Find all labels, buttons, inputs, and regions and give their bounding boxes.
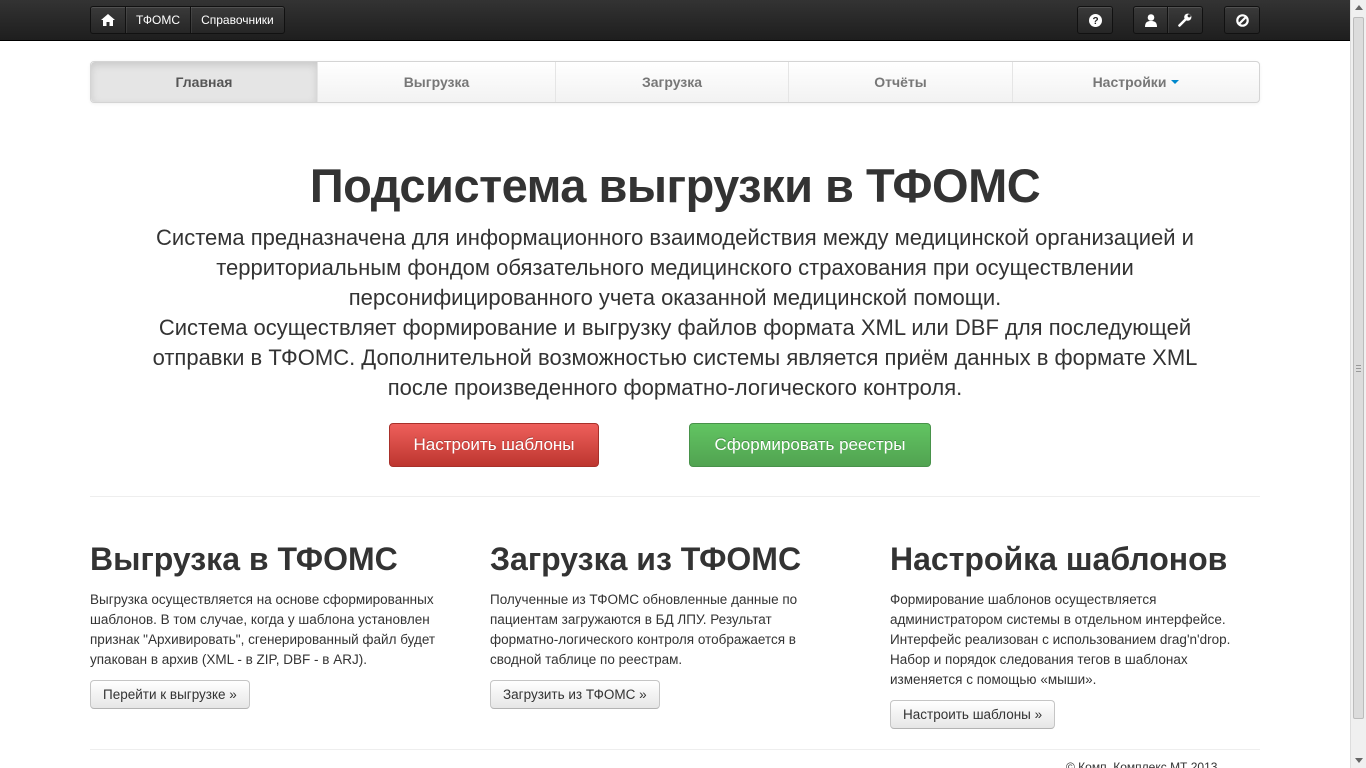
hero-description: Система предназначена для информационног… (90, 223, 1260, 403)
generate-registers-button[interactable]: Сформировать реестры (689, 423, 931, 467)
tfoms-menu-button[interactable]: ТФОМС (126, 7, 192, 33)
user-icon (1144, 13, 1157, 27)
text-line: пациентам загружаются в БД ЛПУ. Результа… (490, 612, 772, 627)
svg-text:?: ? (1092, 16, 1098, 27)
go-to-export-button[interactable]: Перейти к выгрузке » (90, 680, 250, 709)
text-line: изменяется с помощью «мыши». (890, 672, 1097, 687)
text-line: Выгрузка осуществляется на основе сформи… (90, 592, 434, 607)
configure-templates-button[interactable]: Настроить шаблоны (389, 423, 599, 467)
page-title: Подсистема выгрузки в ТФОМС (309, 159, 1041, 212)
export-section-title: Выгрузка в ТФОМС (90, 541, 398, 577)
home-button[interactable] (91, 7, 126, 33)
templates-section-text: Формирование шаблонов осуществляется адм… (890, 590, 1260, 690)
scroll-down-arrow-icon[interactable] (1355, 758, 1363, 763)
text-line: признак "Архивировать", сгенерированный … (90, 632, 436, 647)
footer-copyright: © Комп. Комплекс МТ 2013 (1066, 760, 1218, 768)
export-section-text: Выгрузка осуществляется на основе сформи… (90, 590, 460, 670)
text-line: сводной таблице по реестрам. (490, 652, 683, 667)
tab-home[interactable]: Главная (91, 62, 318, 102)
main-tabs: Главная Выгрузка Загрузка Отчёты Настрой… (90, 61, 1260, 103)
help-group: ? (1077, 6, 1113, 34)
text-line: Формирование шаблонов осуществляется (890, 592, 1157, 607)
text-line: Набор и порядок следования тегов в шабло… (890, 652, 1188, 667)
export-section: Выгрузка в ТФОМС Выгрузка осуществляется… (90, 540, 460, 709)
text-line: шаблонов. В том случае, когда у шаблона … (90, 612, 430, 627)
divider (90, 496, 1260, 497)
divider (90, 749, 1260, 750)
top-navbar: ТФОМС Справочники ? (0, 0, 1350, 41)
templates-section-title: Настройка шаблонов (890, 541, 1228, 577)
import-section: Загрузка из ТФОМС Полученные из ТФОМС об… (490, 540, 860, 709)
scrollbar-thumb[interactable] (1353, 17, 1364, 719)
user-group (1133, 6, 1203, 34)
text-line: упакован в архив (XML - в ZIP, DBF - в A… (90, 652, 367, 667)
import-section-title: Загрузка из ТФОМС (490, 541, 802, 577)
tab-import[interactable]: Загрузка (556, 62, 789, 102)
text-line: Интерфейс реализован с использованием dr… (890, 632, 1231, 647)
hero-line: Система осуществляет формирование и выгр… (158, 315, 1192, 340)
hero-line: после произведенного форматно-логическог… (387, 375, 963, 400)
hero-line: персонифицированного учета оказанной мед… (348, 285, 1002, 310)
tab-settings[interactable]: Настройки (1013, 62, 1259, 102)
wrench-icon (1178, 13, 1192, 27)
help-icon: ? (1088, 13, 1102, 27)
tab-reports[interactable]: Отчёты (789, 62, 1013, 102)
settings-button[interactable] (1168, 7, 1202, 33)
text-line: Полученные из ТФОМС обновленные данные п… (490, 592, 798, 607)
import-from-tfoms-button[interactable]: Загрузить из ТФОМС » (490, 680, 660, 709)
profile-button[interactable] (1134, 7, 1168, 33)
text-line: форматно-логического контроля отображает… (490, 632, 796, 647)
logout-group (1224, 6, 1260, 34)
home-icon (101, 14, 115, 26)
hero-line: Система предназначена для информационног… (156, 225, 1194, 250)
templates-section: Настройка шаблонов Формирование шаблонов… (890, 540, 1260, 729)
directories-menu-button[interactable]: Справочники (191, 7, 284, 33)
tab-settings-label: Настройки (1092, 74, 1167, 90)
text-line: администратором системы в отдельном инте… (890, 612, 1226, 627)
logout-button[interactable] (1225, 7, 1259, 33)
import-section-text: Полученные из ТФОМС обновленные данные п… (490, 590, 860, 670)
help-button[interactable]: ? (1078, 7, 1112, 33)
tab-export[interactable]: Выгрузка (318, 62, 556, 102)
configure-templates-small-button[interactable]: Настроить шаблоны » (890, 700, 1056, 729)
grip-icon (1356, 365, 1361, 372)
ban-icon (1235, 13, 1249, 27)
scroll-up-arrow-icon[interactable] (1355, 5, 1363, 10)
hero-line: отправки в ТФОМС. Дополнительной возможн… (152, 345, 1198, 370)
vertical-scrollbar[interactable] (1350, 0, 1366, 768)
caret-down-icon (1171, 80, 1180, 84)
main-menu-group: ТФОМС Справочники (90, 6, 285, 34)
hero-line: территориальным фондом обязательного мед… (216, 255, 1134, 280)
